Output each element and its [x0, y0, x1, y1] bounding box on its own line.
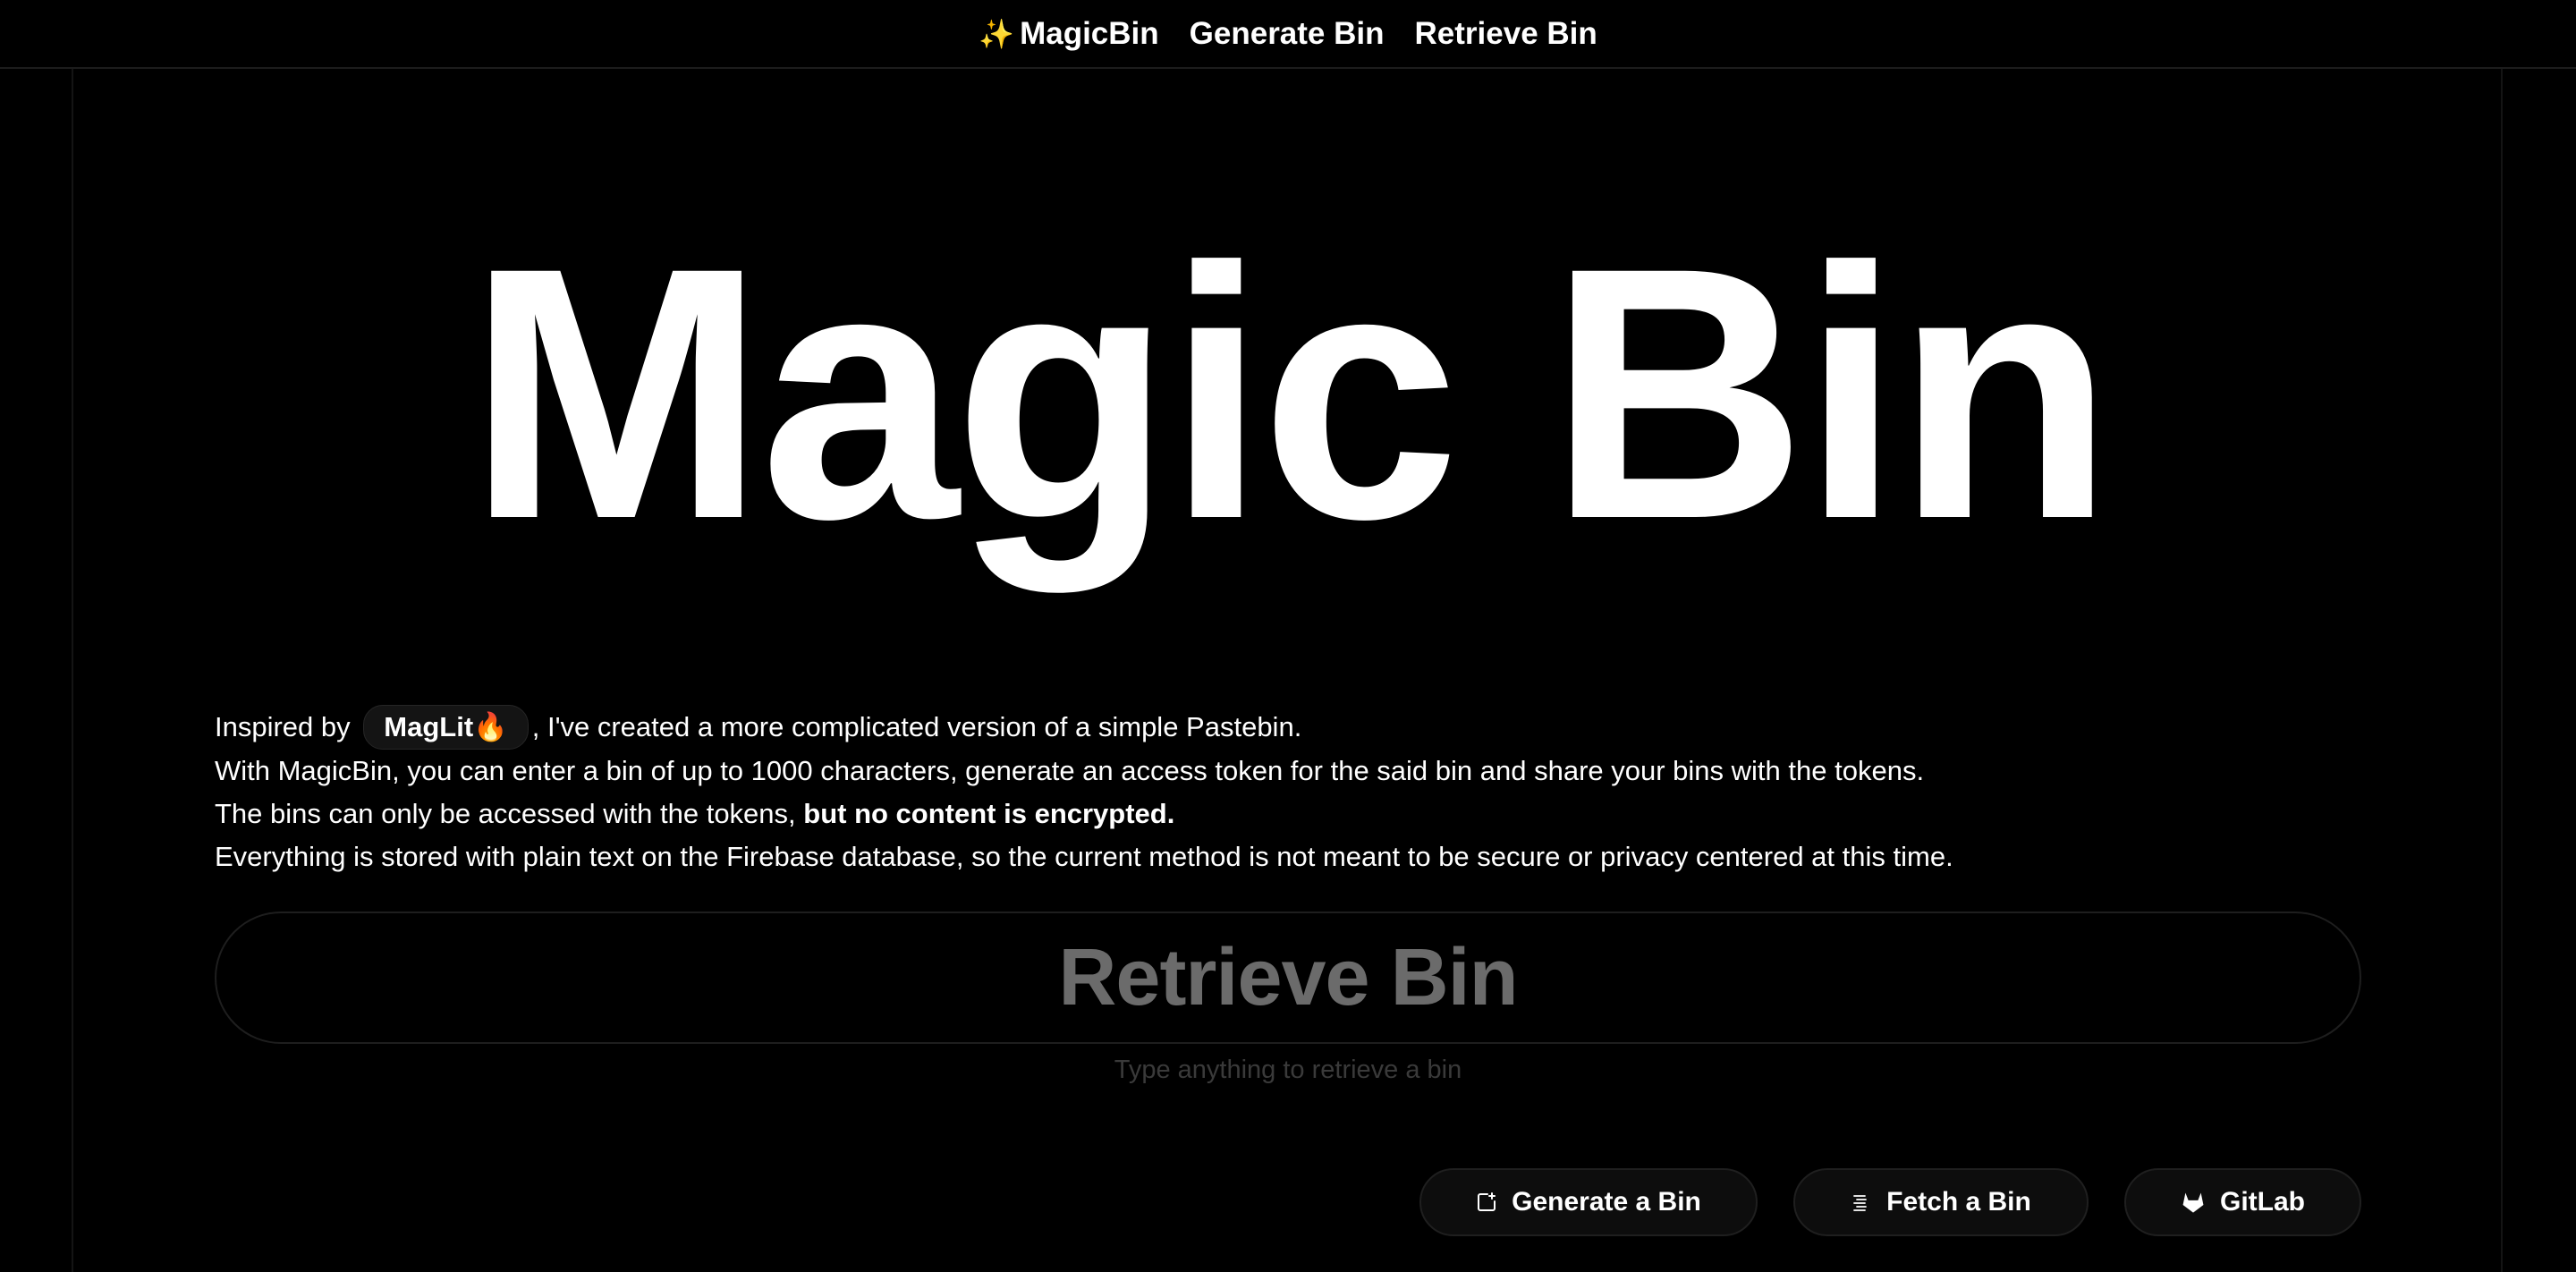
gitlab-label: GitLab	[2220, 1187, 2305, 1217]
retrieve-bin-input[interactable]: Retrieve Bin	[215, 912, 2361, 1044]
intro-line-3: The bins can only be accessed with the t…	[215, 793, 2379, 835]
new-window-icon	[1476, 1191, 1497, 1213]
intro-text: Inspired by MagLit🔥, I've created a more…	[215, 705, 2379, 878]
intro-line-1-prefix: Inspired by	[215, 711, 351, 742]
generate-bin-label: Generate a Bin	[1512, 1187, 1701, 1217]
intro-line-2: With MagicBin, you can enter a bin of up…	[215, 755, 1925, 786]
text-lines-icon	[1851, 1191, 1872, 1213]
sparkles-icon: ✨	[979, 16, 1015, 51]
intro-line-3-prefix: The bins can only be accessed with the t…	[215, 798, 804, 829]
intro-line-1: Inspired by MagLit🔥, I've created a more…	[215, 705, 2379, 750]
intro-line-1-suffix: , I've created a more complicated versio…	[531, 711, 1302, 742]
generate-bin-button[interactable]: Generate a Bin	[1419, 1168, 1758, 1236]
retrieve-bin-placeholder: Retrieve Bin	[1058, 932, 1518, 1022]
page: ✨ MagicBin Generate Bin Retrieve Bin Mag…	[0, 0, 2576, 1272]
nav-brand-link[interactable]: ✨ MagicBin	[979, 16, 1158, 52]
fire-icon: 🔥	[473, 711, 508, 743]
intro-line-3-bold: but no content is encrypted.	[803, 798, 1175, 829]
nav-retrieve-bin-link[interactable]: Retrieve Bin	[1415, 16, 1597, 52]
top-nav: ✨ MagicBin Generate Bin Retrieve Bin	[0, 0, 2576, 69]
maglit-link[interactable]: MagLit🔥	[363, 705, 529, 750]
retrieve-helper-text: Type anything to retrieve a bin	[1114, 1056, 1462, 1084]
hero-title: Magic Bin	[467, 193, 2114, 593]
nav-generate-bin-link[interactable]: Generate Bin	[1190, 16, 1385, 52]
gitlab-icon	[2181, 1190, 2206, 1215]
gitlab-button[interactable]: GitLab	[2124, 1168, 2361, 1236]
nav-brand-label: MagicBin	[1020, 15, 1159, 51]
fetch-bin-button[interactable]: Fetch a Bin	[1793, 1168, 2089, 1236]
maglit-label: MagLit	[384, 711, 474, 742]
intro-line-4: Everything is stored with plain text on …	[215, 841, 1953, 872]
fetch-bin-label: Fetch a Bin	[1886, 1187, 2031, 1217]
